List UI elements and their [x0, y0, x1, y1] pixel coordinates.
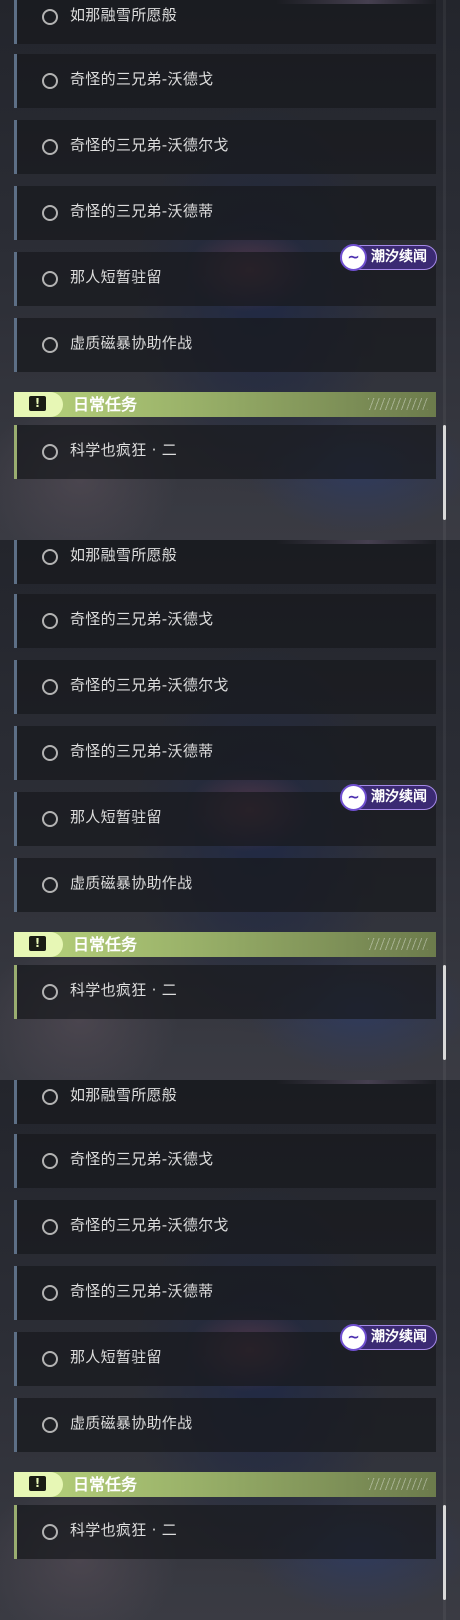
event-badge-label: 潮汐续闻 — [371, 1329, 427, 1345]
task-label: 虚质磁暴协助作战 — [70, 1414, 193, 1432]
task-label: 如那融雪所愿般 — [70, 6, 178, 24]
task-radio-icon[interactable] — [42, 1153, 58, 1169]
section-stripe-decoration — [368, 938, 428, 950]
daily-section-icon-wrap: ! — [14, 392, 63, 417]
task-radio-icon[interactable] — [42, 1219, 58, 1235]
task-item-wodedi[interactable]: 奇怪的三兄弟-沃德蒂 — [14, 1266, 436, 1320]
daily-section-icon-wrap: ! — [14, 1472, 63, 1497]
task-radio-icon[interactable] — [42, 139, 58, 155]
task-radio-icon[interactable] — [42, 613, 58, 629]
task-item-xuzhi[interactable]: 虚质磁暴协助作战 — [14, 858, 436, 912]
task-label: 虚质磁暴协助作战 — [70, 334, 193, 352]
scrollbar-track[interactable] — [443, 1080, 446, 1620]
quest-list-panel-3: 如那融雪所愿般 奇怪的三兄弟-沃德戈 奇怪的三兄弟-沃德尔戈 奇怪的三兄弟-沃德… — [0, 1080, 460, 1620]
task-item-ruxue[interactable]: 如那融雪所愿般 — [14, 1080, 436, 1124]
event-badge[interactable]: ~ 潮汐续闻 — [340, 1324, 437, 1351]
task-radio-icon[interactable] — [42, 877, 58, 893]
task-item-wodege[interactable]: 奇怪的三兄弟-沃德戈 — [14, 594, 436, 648]
task-label: 科学也疯狂 · 二 — [70, 1521, 178, 1539]
event-badge-label: 潮汐续闻 — [371, 249, 427, 265]
task-radio-icon[interactable] — [42, 9, 58, 25]
daily-section-header[interactable]: ! 日常任务 — [14, 392, 436, 417]
scrollbar-thumb[interactable] — [443, 425, 446, 520]
task-label: 奇怪的三兄弟-沃德蒂 — [70, 1282, 214, 1300]
scrollbar-track[interactable] — [443, 0, 446, 540]
exclamation-icon: ! — [29, 936, 46, 951]
task-radio-icon[interactable] — [42, 745, 58, 761]
daily-section-title: 日常任务 — [73, 395, 138, 414]
daily-section-icon-wrap: ! — [14, 932, 63, 957]
task-label: 奇怪的三兄弟-沃德尔戈 — [70, 1216, 229, 1234]
task-radio-icon[interactable] — [42, 1524, 58, 1540]
task-label: 奇怪的三兄弟-沃德尔戈 — [70, 676, 229, 694]
exclamation-icon: ! — [29, 1476, 46, 1491]
task-item-ruxue[interactable]: 如那融雪所愿般 — [14, 0, 436, 44]
event-badge[interactable]: ~ 潮汐续闻 — [340, 784, 437, 811]
scrollbar-thumb[interactable] — [443, 965, 446, 1060]
daily-task-item[interactable]: 科学也疯狂 · 二 — [14, 965, 436, 1019]
section-stripe-decoration — [368, 398, 428, 410]
task-label: 奇怪的三兄弟-沃德蒂 — [70, 742, 214, 760]
task-radio-icon[interactable] — [42, 205, 58, 221]
task-item-wodege[interactable]: 奇怪的三兄弟-沃德戈 — [14, 54, 436, 108]
task-radio-icon[interactable] — [42, 73, 58, 89]
exclamation-icon: ! — [29, 396, 46, 411]
daily-section-title: 日常任务 — [73, 935, 138, 954]
quest-list-panel-2: 如那融雪所愿般 奇怪的三兄弟-沃德戈 奇怪的三兄弟-沃德尔戈 奇怪的三兄弟-沃德… — [0, 540, 460, 1080]
task-radio-icon[interactable] — [42, 1089, 58, 1105]
daily-task-item[interactable]: 科学也疯狂 · 二 — [14, 425, 436, 479]
wave-emblem-icon: ~ — [340, 1324, 367, 1351]
wave-emblem-icon: ~ — [340, 784, 367, 811]
task-item-wodeerge[interactable]: 奇怪的三兄弟-沃德尔戈 — [14, 1200, 436, 1254]
task-label: 那人短暂驻留 — [70, 808, 162, 826]
task-radio-icon[interactable] — [42, 1285, 58, 1301]
task-label: 那人短暂驻留 — [70, 268, 162, 286]
task-radio-icon[interactable] — [42, 984, 58, 1000]
daily-section-header[interactable]: ! 日常任务 — [14, 932, 436, 957]
quest-list-panel-1: 如那融雪所愿般 奇怪的三兄弟-沃德戈 奇怪的三兄弟-沃德尔戈 奇怪的三兄弟-沃德… — [0, 0, 460, 540]
task-label: 那人短暂驻留 — [70, 1348, 162, 1366]
task-radio-icon[interactable] — [42, 1351, 58, 1367]
task-radio-icon[interactable] — [42, 1417, 58, 1433]
scrollbar-track[interactable] — [443, 540, 446, 1080]
task-item-wodedi[interactable]: 奇怪的三兄弟-沃德蒂 — [14, 186, 436, 240]
task-label: 奇怪的三兄弟-沃德戈 — [70, 70, 214, 88]
task-label: 科学也疯狂 · 二 — [70, 981, 178, 999]
task-radio-icon[interactable] — [42, 679, 58, 695]
event-badge-label: 潮汐续闻 — [371, 789, 427, 805]
task-label: 虚质磁暴协助作战 — [70, 874, 193, 892]
task-label: 奇怪的三兄弟-沃德尔戈 — [70, 136, 229, 154]
section-stripe-decoration — [368, 1478, 428, 1490]
task-radio-icon[interactable] — [42, 337, 58, 353]
task-label: 奇怪的三兄弟-沃德蒂 — [70, 202, 214, 220]
wave-emblem-icon: ~ — [340, 244, 367, 271]
task-item-xuzhi[interactable]: 虚质磁暴协助作战 — [14, 1398, 436, 1452]
scrollbar-thumb[interactable] — [443, 1505, 446, 1600]
task-radio-icon[interactable] — [42, 444, 58, 460]
daily-task-item[interactable]: 科学也疯狂 · 二 — [14, 1505, 436, 1559]
task-label: 奇怪的三兄弟-沃德戈 — [70, 610, 214, 628]
daily-section-title: 日常任务 — [73, 1475, 138, 1494]
task-item-wodeerge[interactable]: 奇怪的三兄弟-沃德尔戈 — [14, 120, 436, 174]
task-item-wodedi[interactable]: 奇怪的三兄弟-沃德蒂 — [14, 726, 436, 780]
task-radio-icon[interactable] — [42, 271, 58, 287]
daily-section-header[interactable]: ! 日常任务 — [14, 1472, 436, 1497]
event-badge[interactable]: ~ 潮汐续闻 — [340, 244, 437, 271]
task-item-ruxue[interactable]: 如那融雪所愿般 — [14, 540, 436, 584]
task-label: 如那融雪所愿般 — [70, 1086, 178, 1104]
task-item-wodege[interactable]: 奇怪的三兄弟-沃德戈 — [14, 1134, 436, 1188]
task-item-xuzhi[interactable]: 虚质磁暴协助作战 — [14, 318, 436, 372]
task-label: 奇怪的三兄弟-沃德戈 — [70, 1150, 214, 1168]
task-radio-icon[interactable] — [42, 549, 58, 565]
task-radio-icon[interactable] — [42, 811, 58, 827]
task-item-wodeerge[interactable]: 奇怪的三兄弟-沃德尔戈 — [14, 660, 436, 714]
task-label: 如那融雪所愿般 — [70, 546, 178, 564]
task-label: 科学也疯狂 · 二 — [70, 441, 178, 459]
